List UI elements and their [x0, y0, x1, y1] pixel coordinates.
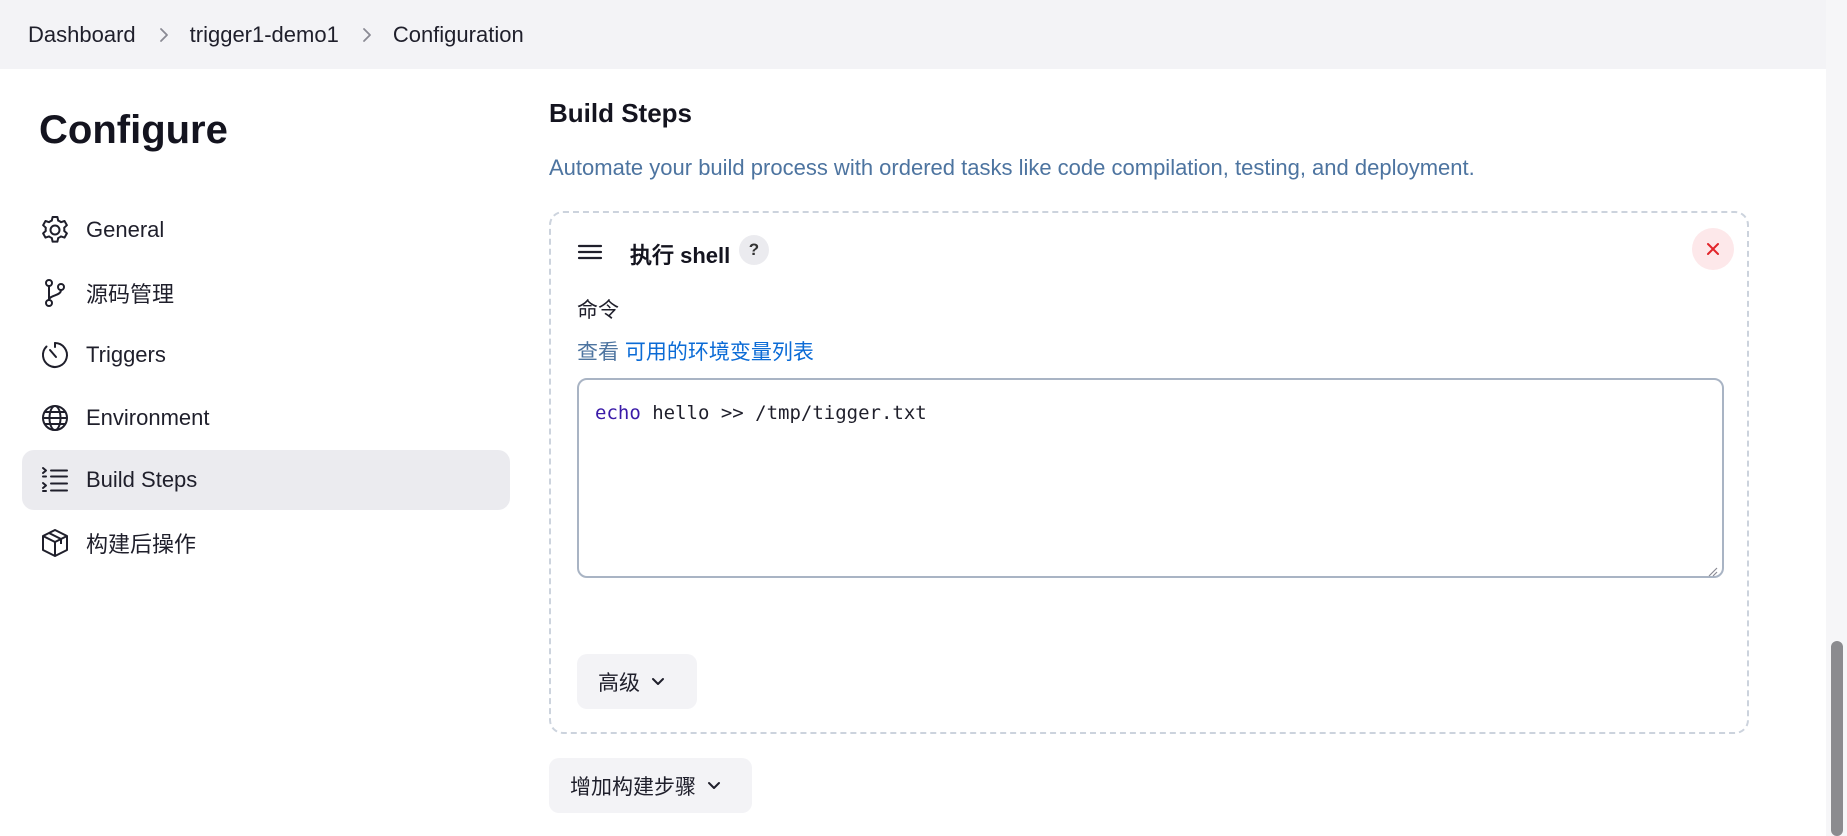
scrollbar[interactable]: [1826, 0, 1847, 836]
help-button[interactable]: ?: [739, 235, 769, 265]
advanced-button[interactable]: 高级: [577, 654, 697, 709]
sidebar-item-label: 构建后操作: [86, 531, 197, 557]
chevron-right-icon: [158, 26, 170, 44]
breadcrumb-dashboard[interactable]: Dashboard: [28, 22, 136, 48]
breadcrumb-job[interactable]: trigger1-demo1: [190, 22, 339, 48]
sidebar-item-general[interactable]: General: [22, 200, 510, 260]
command-label: 命令: [577, 299, 619, 322]
section-description: Automate your build process with ordered…: [549, 155, 1475, 180]
gear-icon: [39, 214, 71, 246]
sidebar-item-source[interactable]: 源码管理: [22, 263, 510, 323]
command-text: hello >> /tmp/tigger.txt: [640, 402, 927, 424]
add-build-step-label: 增加构建步骤: [570, 775, 696, 799]
timer-icon: [39, 339, 71, 371]
breadcrumb-configuration: Configuration: [392, 21, 524, 47]
sidebar-item-label: Triggers: [86, 342, 166, 367]
page: Dashboard trigger1-demo1 Configuration C…: [0, 0, 1847, 836]
drag-handle-icon[interactable]: [577, 239, 603, 265]
package-icon: [39, 527, 71, 559]
scrollbar-thumb[interactable]: [1831, 641, 1843, 836]
chevron-right-icon: [361, 26, 373, 44]
sidebar-item-label: General: [86, 217, 165, 242]
globe-icon: [39, 402, 71, 434]
chevron-down-icon: [708, 781, 720, 789]
step-title: 执行 shell: [630, 243, 731, 268]
sidebar-item-label: 源码管理: [86, 281, 175, 307]
sidebar-item-post-build[interactable]: 构建后操作: [22, 513, 510, 573]
env-vars-link[interactable]: 可用的环境变量列表: [625, 341, 814, 364]
add-build-step-button[interactable]: 增加构建步骤: [549, 758, 752, 813]
advanced-label: 高级: [598, 671, 640, 695]
sidebar-nav: General 源码管理 Triggers Environment Build …: [22, 200, 510, 575]
resize-grip-icon[interactable]: [1706, 560, 1718, 577]
env-vars-line: 查看 可用的环境变量列表: [577, 336, 814, 366]
section-title: Build Steps: [549, 98, 693, 128]
chevron-down-icon: [652, 677, 664, 685]
source-branch-icon: [39, 277, 71, 309]
sidebar-item-environment[interactable]: Environment: [22, 388, 510, 448]
command-keyword: echo: [595, 402, 641, 424]
list-icon: [39, 464, 71, 496]
breadcrumb: Dashboard trigger1-demo1 Configuration: [0, 0, 1826, 69]
sidebar-item-label: Build Steps: [86, 467, 198, 492]
build-step-card: 执行 shell ? 命令 查看 可用的环境变量列表 echo hello >>…: [549, 211, 1749, 734]
sidebar-item-label: Environment: [86, 404, 210, 430]
sidebar-item-triggers[interactable]: Triggers: [22, 325, 510, 385]
command-textarea[interactable]: echo hello >> /tmp/tigger.txt: [577, 378, 1724, 578]
close-icon: [1705, 241, 1721, 257]
sidebar-item-build-steps[interactable]: Build Steps: [22, 450, 510, 510]
page-title: Configure: [39, 108, 228, 152]
delete-step-button[interactable]: [1692, 228, 1734, 270]
env-vars-prefix: 查看: [577, 341, 619, 364]
